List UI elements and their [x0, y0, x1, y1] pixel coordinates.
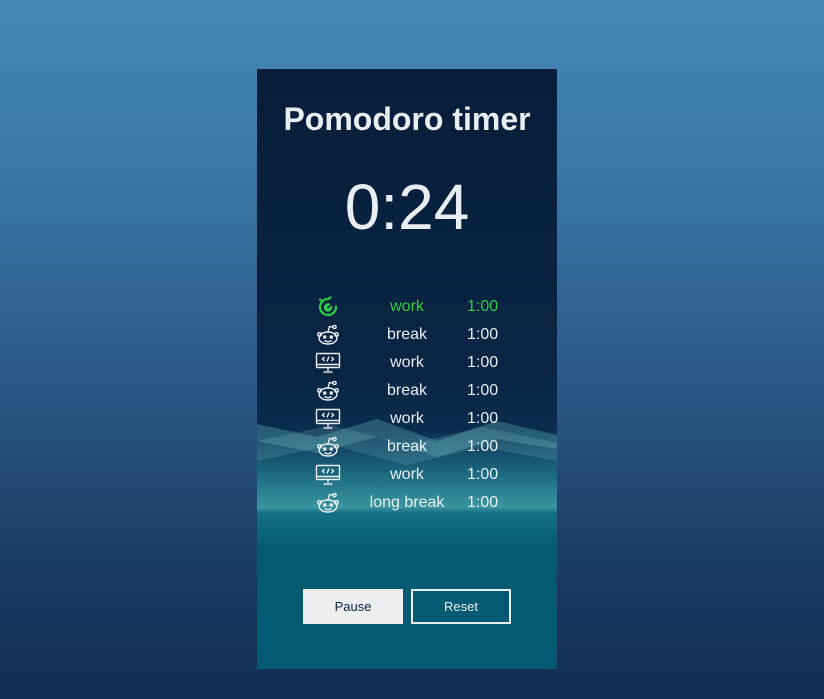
session-list: work 1:00 break 1:00 work 1:00 break 1:0… — [257, 293, 557, 517]
reddit-icon — [315, 324, 341, 346]
monitor-code-icon — [315, 352, 341, 374]
session-row-8: long break 1:00 — [257, 489, 557, 517]
session-label: work — [390, 466, 424, 483]
monitor-code-icon — [315, 408, 341, 430]
session-duration: 1:00 — [467, 326, 499, 343]
session-label: work — [390, 298, 424, 315]
pause-button[interactable]: Pause — [303, 589, 403, 624]
session-label: break — [386, 326, 428, 343]
session-row-3: work 1:00 — [257, 349, 557, 377]
session-label: break — [386, 382, 428, 399]
session-duration: 1:00 — [467, 298, 499, 315]
session-label: work — [390, 410, 424, 427]
pomodoro-panel: Pomodoro timer 0:24 work 1:00 break 1:00… — [257, 69, 557, 669]
reddit-icon — [315, 380, 341, 402]
session-row-1: work 1:00 — [257, 293, 557, 321]
session-label: long break — [369, 494, 445, 511]
session-duration: 1:00 — [467, 410, 499, 427]
app-title: Pomodoro timer — [283, 101, 531, 137]
session-label: break — [386, 438, 428, 455]
session-row-7: work 1:00 — [257, 461, 557, 489]
monitor-code-icon — [315, 464, 341, 486]
session-row-5: work 1:00 — [257, 405, 557, 433]
stopwatch-icon — [315, 296, 341, 318]
session-duration: 1:00 — [467, 382, 499, 399]
timer-display: 0:24 — [344, 171, 470, 243]
session-duration: 1:00 — [467, 494, 499, 511]
session-duration: 1:00 — [467, 438, 499, 455]
session-row-4: break 1:00 — [257, 377, 557, 405]
reddit-icon — [315, 492, 341, 514]
reddit-icon — [315, 436, 341, 458]
session-row-6: break 1:00 — [257, 433, 557, 461]
session-duration: 1:00 — [467, 354, 499, 371]
session-row-2: break 1:00 — [257, 321, 557, 349]
session-label: work — [390, 354, 424, 371]
session-duration: 1:00 — [467, 466, 499, 483]
reset-button[interactable]: Reset — [411, 589, 511, 624]
